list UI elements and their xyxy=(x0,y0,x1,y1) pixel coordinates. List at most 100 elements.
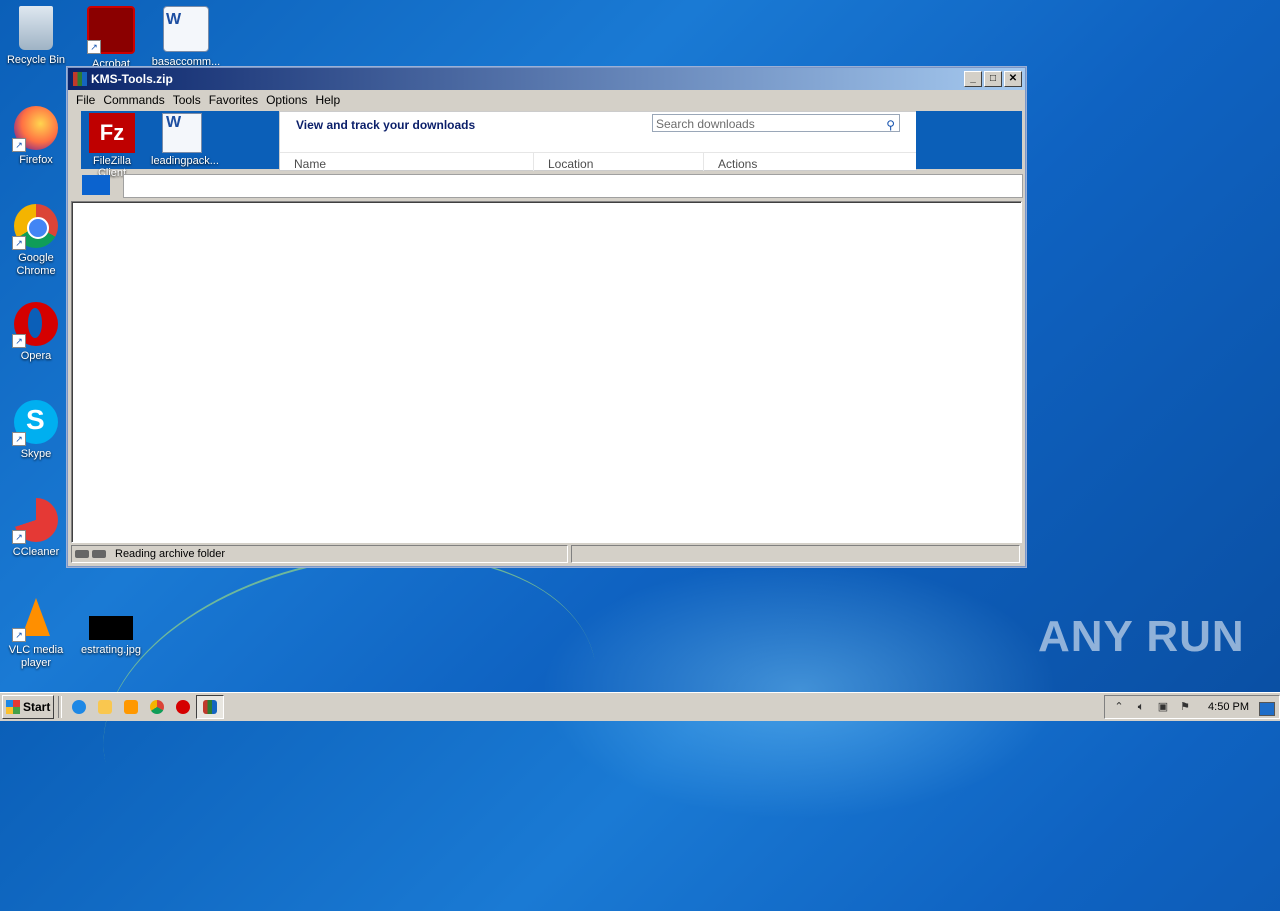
menu-commands[interactable]: Commands xyxy=(99,93,168,107)
status-bar: Reading archive folder xyxy=(71,545,1020,563)
chrome-icon xyxy=(150,700,164,714)
taskbar-explorer[interactable] xyxy=(92,696,118,718)
column-header-actions[interactable]: Actions xyxy=(704,153,916,171)
chrome-icon: ↗ xyxy=(12,204,58,250)
anyrun-watermark: ANY RUN xyxy=(1038,612,1245,661)
clock[interactable]: 4:50 PM xyxy=(1208,701,1249,713)
folder-icon xyxy=(98,700,112,714)
skype-icon: S ↗ xyxy=(12,400,58,446)
windows-logo-icon xyxy=(6,700,20,714)
address-field[interactable] xyxy=(123,174,1023,198)
menu-options[interactable]: Options xyxy=(262,93,311,107)
show-hidden-icons-icon[interactable]: ⌃ xyxy=(1111,701,1127,713)
toolbar-area: Fz FileZilla Client W leadingpack... Vie… xyxy=(71,111,1022,179)
taskbar-opera[interactable] xyxy=(170,696,196,718)
opera-icon xyxy=(176,700,190,714)
image-file-icon xyxy=(89,616,133,640)
firefox-icon: ↗ xyxy=(12,106,58,152)
file-list[interactable] xyxy=(71,201,1022,543)
window-title: KMS-Tools.zip xyxy=(91,72,173,86)
maximize-button[interactable]: □ xyxy=(984,71,1002,87)
downloads-column-headers: Name Location Actions xyxy=(280,152,916,171)
column-header-name[interactable]: Name xyxy=(280,153,534,171)
ccleaner-icon: ↗ xyxy=(12,498,58,544)
drive-icon[interactable] xyxy=(75,550,89,558)
toolbar-icon-leadingpack[interactable]: W leadingpack... xyxy=(151,113,219,167)
filezilla-icon: Fz xyxy=(89,113,135,153)
desktop-icon-label: Google Chrome xyxy=(16,252,56,277)
desktop-icon-vlc[interactable]: ↗ VLC media player xyxy=(0,596,72,670)
desktop-icon-label: Recycle Bin xyxy=(6,54,66,66)
internet-explorer-icon xyxy=(72,700,86,714)
desktop-icon-label: VLC media player xyxy=(8,644,64,669)
shortcut-arrow-icon: ↗ xyxy=(12,334,26,348)
taskbar-ie[interactable] xyxy=(66,696,92,718)
desktop-icon-label: Firefox xyxy=(19,154,53,166)
toolbar-icon-filezilla[interactable]: Fz FileZilla Client xyxy=(81,113,143,179)
close-button[interactable]: ✕ xyxy=(1004,71,1022,87)
desktop-icon-skype[interactable]: S ↗ Skype xyxy=(0,400,72,461)
menu-bar: File Commands Tools Favorites Options He… xyxy=(68,90,1025,109)
address-row xyxy=(71,171,1023,198)
toolbar-desktop-bleed-right xyxy=(916,111,1022,169)
vlc-cone-icon: ↗ xyxy=(12,596,58,642)
recycle-bin-icon xyxy=(19,6,53,50)
opera-icon: ↗ xyxy=(12,302,58,348)
shortcut-arrow-icon: ↗ xyxy=(12,530,26,544)
taskbar-chrome[interactable] xyxy=(144,696,170,718)
desktop-icon-label: Opera xyxy=(20,350,52,362)
desktop-icon-chrome[interactable]: ↗ Google Chrome xyxy=(0,204,72,278)
desktop-icon-ccleaner[interactable]: ↗ CCleaner xyxy=(0,498,72,559)
desktop-icon-label: Skype xyxy=(20,448,52,460)
status-cell-left: Reading archive folder xyxy=(71,545,568,563)
title-bar[interactable]: KMS-Tools.zip _ □ ✕ xyxy=(68,68,1025,90)
menu-file[interactable]: File xyxy=(72,93,99,107)
archive-window: KMS-Tools.zip _ □ ✕ File Commands Tools … xyxy=(67,67,1026,567)
volume-icon[interactable]: 🔈︎ xyxy=(1133,701,1149,713)
minimize-button[interactable]: _ xyxy=(964,71,982,87)
acrobat-icon: ↗ xyxy=(87,6,135,54)
menu-tools[interactable]: Tools xyxy=(169,93,205,107)
shortcut-arrow-icon: ↗ xyxy=(87,40,101,54)
search-downloads-input[interactable]: Search downloads ⚲ xyxy=(652,114,900,132)
search-icon[interactable]: ⚲ xyxy=(886,116,895,134)
desktop-icon-firefox[interactable]: ↗ Firefox xyxy=(0,106,72,167)
desktop-icon-acrobat[interactable]: ↗ Acrobat xyxy=(75,6,147,71)
menu-favorites[interactable]: Favorites xyxy=(205,93,262,107)
taskbar-separator xyxy=(58,696,62,718)
shortcut-arrow-icon: ↗ xyxy=(12,236,26,250)
shortcut-arrow-icon: ↗ xyxy=(12,432,26,446)
network-icon[interactable]: ▣ xyxy=(1155,701,1171,713)
word-document-icon: W xyxy=(162,113,202,153)
desktop-icon-label: estrating.jpg xyxy=(81,644,141,656)
system-tray: ⌃ 🔈︎ ▣ ⚑ 4:50 PM xyxy=(1104,695,1280,719)
taskbar: Start ⌃ 🔈︎ ▣ ⚑ 4:50 PM xyxy=(0,692,1280,721)
shortcut-arrow-icon: ↗ xyxy=(12,628,26,642)
taskbar-media-player[interactable] xyxy=(118,696,144,718)
downloads-title: View and track your downloads xyxy=(296,118,476,132)
status-text: Reading archive folder xyxy=(115,548,226,560)
action-center-flag-icon[interactable]: ⚑ xyxy=(1177,701,1193,713)
show-desktop-button[interactable] xyxy=(1259,702,1275,716)
desktop-icon-recycle-bin[interactable]: Recycle Bin xyxy=(0,6,72,67)
media-player-icon xyxy=(124,700,138,714)
column-header-location[interactable]: Location xyxy=(534,153,704,171)
desktop-icon-estrating[interactable]: estrating.jpg xyxy=(75,596,147,657)
downloads-panel: View and track your downloads Search dow… xyxy=(279,111,917,171)
toolbar-icon-label: leadingpack... xyxy=(151,155,219,167)
winrar-icon xyxy=(203,700,217,714)
search-placeholder: Search downloads xyxy=(656,117,755,131)
key-icon[interactable] xyxy=(92,550,106,558)
start-label: Start xyxy=(23,700,51,714)
desktop-icon-opera[interactable]: ↗ Opera xyxy=(0,302,72,363)
start-button[interactable]: Start xyxy=(2,695,54,719)
desktop-icon-basaccomm[interactable]: W basaccomm... xyxy=(150,6,222,69)
status-cell-right xyxy=(571,545,1020,563)
winrar-icon xyxy=(73,72,87,86)
desktop-icon-label: CCleaner xyxy=(12,546,60,558)
word-document-icon: W xyxy=(163,6,209,52)
menu-help[interactable]: Help xyxy=(311,93,344,107)
up-folder-button[interactable] xyxy=(82,175,110,195)
taskbar-winrar[interactable] xyxy=(196,695,224,719)
shortcut-arrow-icon: ↗ xyxy=(12,138,26,152)
